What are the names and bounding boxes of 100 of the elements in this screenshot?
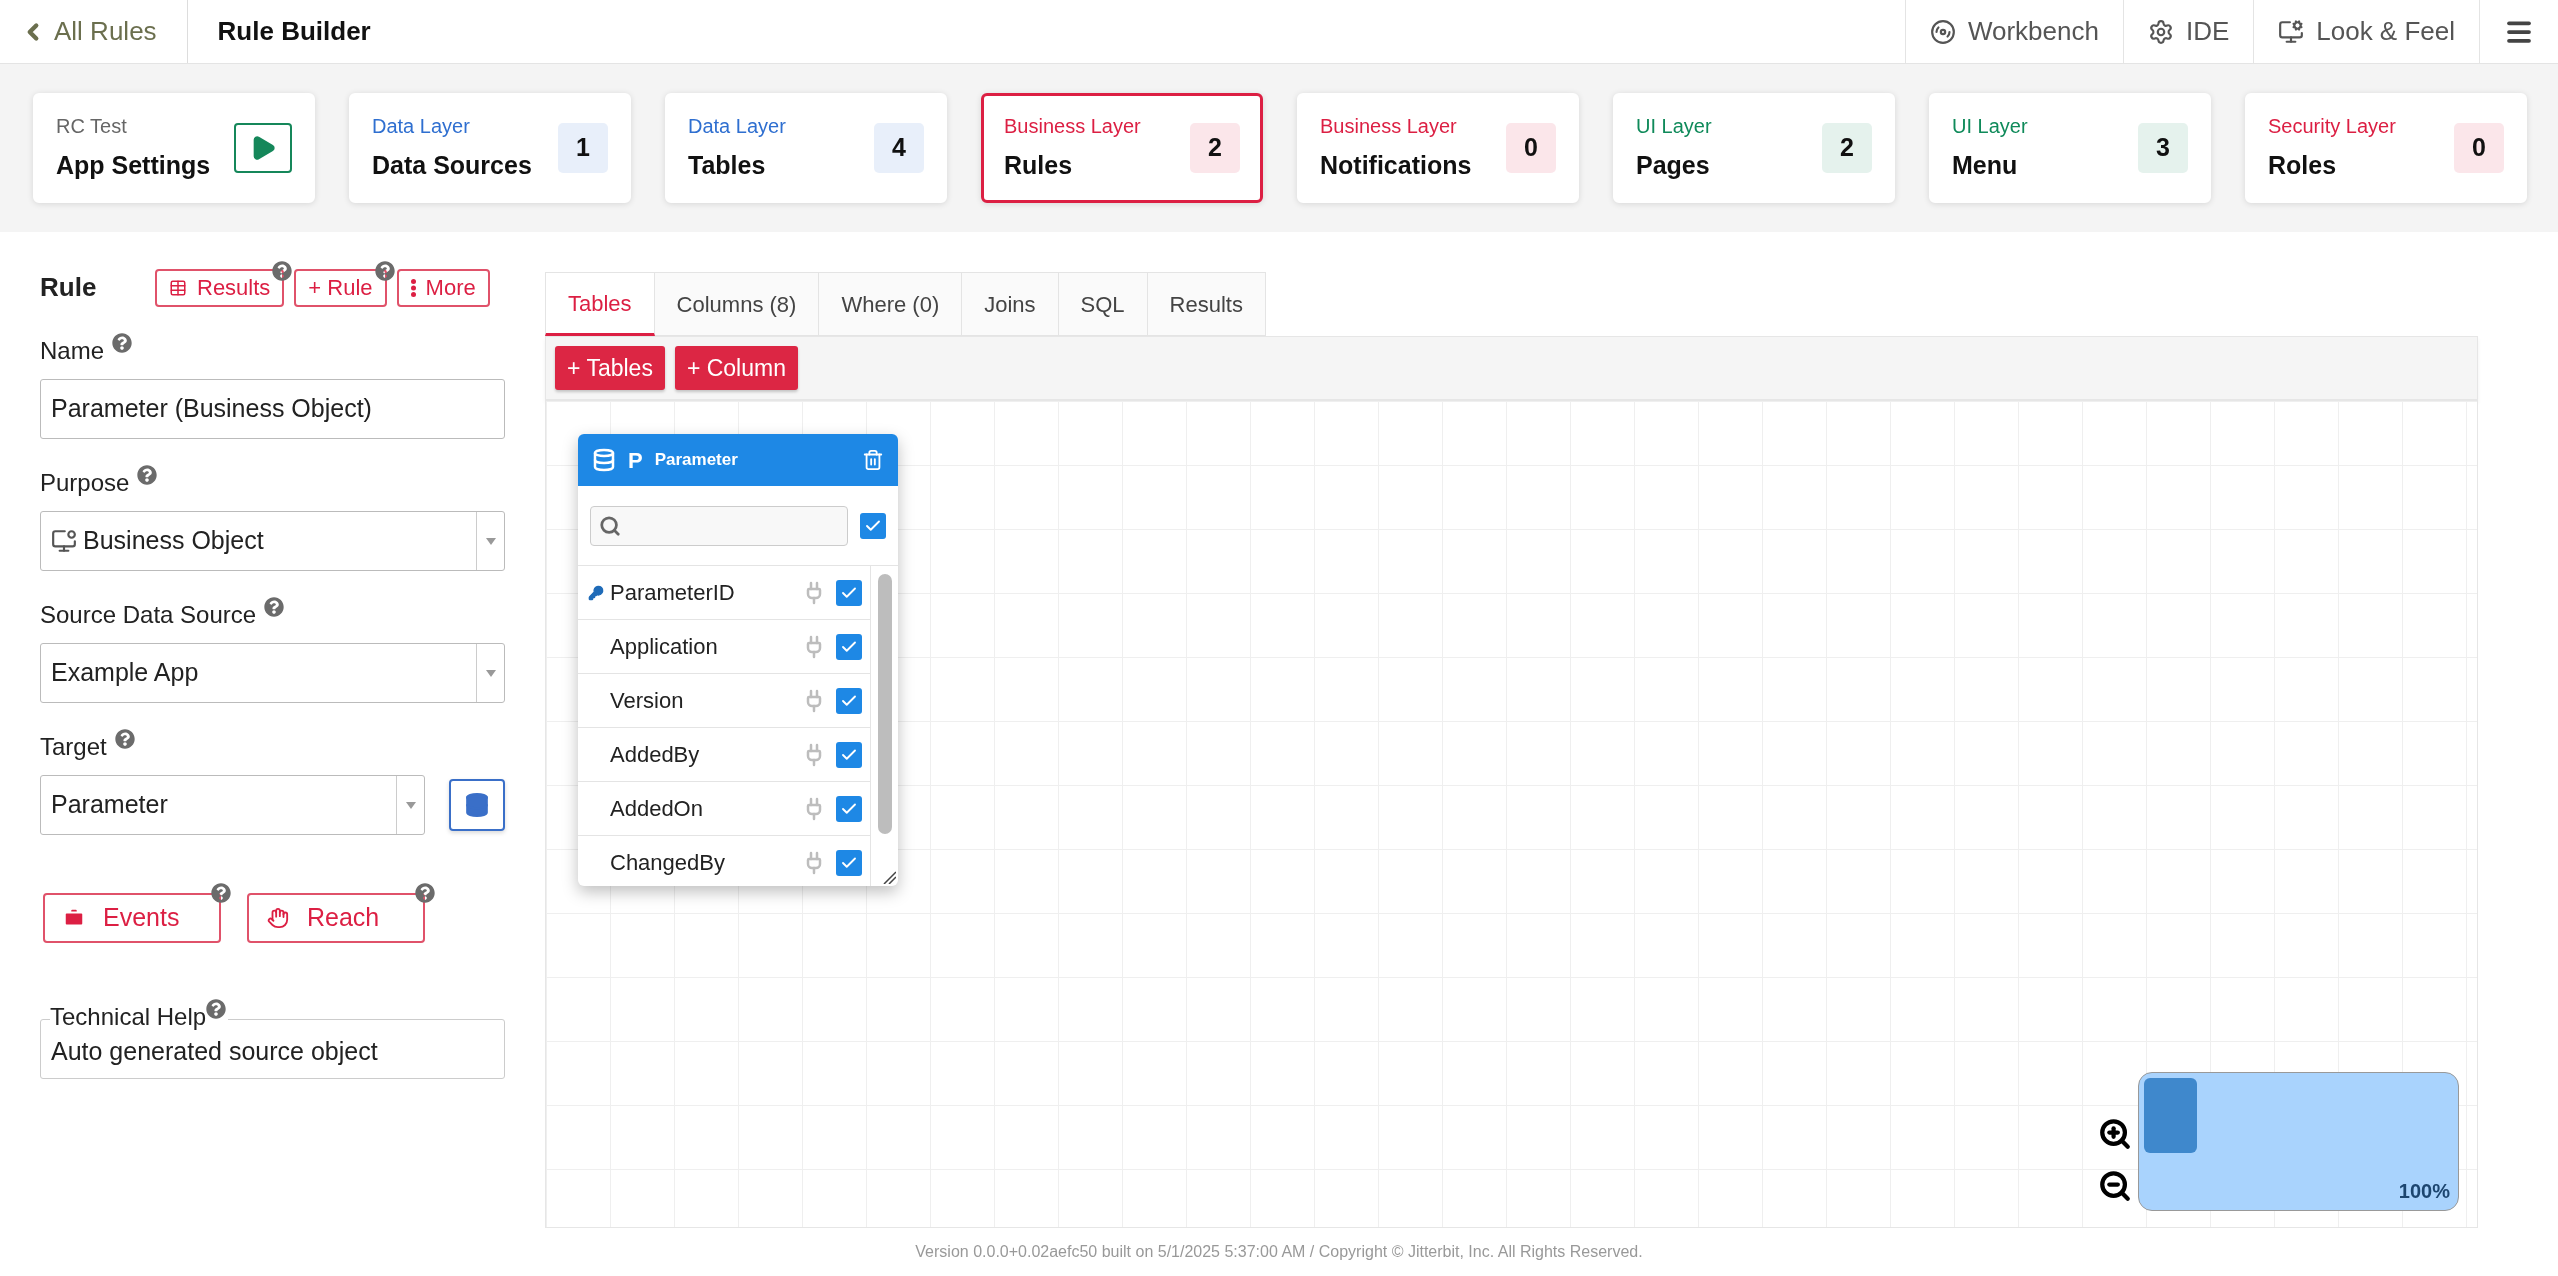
card-title: Roles: [2268, 150, 2338, 182]
zoom-out-icon[interactable]: [2098, 1169, 2132, 1203]
add-button[interactable]: + Tables: [555, 346, 665, 390]
layer-label: RC Test: [56, 114, 128, 140]
layer-card[interactable]: Business Layer Rules 2: [981, 93, 1263, 203]
tab[interactable]: Where (0): [819, 272, 963, 336]
card-title: Tables: [688, 150, 767, 182]
help-icon[interactable]: [137, 465, 158, 485]
tab[interactable]: SQL: [1058, 272, 1148, 336]
zoom-in-icon[interactable]: [2098, 1117, 2132, 1151]
layer-label: UI Layer: [1636, 114, 1712, 140]
count-badge: 0: [2454, 123, 2504, 173]
table-node[interactable]: P Parameter ParameterID Application Version AddedBy AddedOn ChangedBy: [578, 434, 898, 886]
column-row[interactable]: AddedOn: [578, 782, 870, 836]
layer-card[interactable]: Data Layer Tables 4: [665, 93, 947, 203]
database-button[interactable]: [449, 779, 505, 831]
layer-card[interactable]: UI Layer Pages 2: [1613, 93, 1895, 203]
help-icon[interactable]: [114, 729, 135, 749]
minimap[interactable]: 100%: [2138, 1072, 2459, 1211]
card-title: Notifications: [1320, 150, 1472, 182]
search-field[interactable]: [590, 505, 848, 546]
outline-button[interactable]: Results: [155, 268, 285, 307]
field-label: Source Data Source: [40, 600, 257, 630]
tab[interactable]: Tables: [545, 272, 655, 336]
checkbox[interactable]: [836, 741, 862, 768]
action-button[interactable]: Reach: [247, 893, 425, 943]
tab[interactable]: Results: [1147, 272, 1266, 336]
column-row[interactable]: Application: [578, 620, 870, 674]
column-name: Application: [610, 633, 719, 661]
nav-link[interactable]: Look & Feel: [2253, 0, 2479, 63]
dropdown-caret-icon: [485, 669, 496, 677]
tab[interactable]: Columns (8): [654, 272, 820, 336]
column-row[interactable]: ParameterID: [578, 566, 870, 620]
layer-card[interactable]: RC Test App Settings: [33, 93, 315, 203]
column-name: ParameterID: [610, 579, 736, 607]
table-name: Parameter: [654, 449, 739, 472]
count-badge: 1: [558, 123, 608, 173]
checkbox[interactable]: [836, 849, 862, 876]
more-icon: [410, 278, 416, 297]
field-label: Target: [40, 732, 107, 762]
layer-card[interactable]: Security Layer Roles 0: [2245, 93, 2527, 203]
page-title: Rule Builder: [216, 15, 371, 48]
layer-card[interactable]: UI Layer Menu 3: [1929, 93, 2211, 203]
dropdown-caret-icon: [405, 801, 416, 809]
card-title: App Settings: [56, 150, 211, 182]
scrollbar[interactable]: [877, 574, 892, 834]
monitor-icon: [2278, 18, 2305, 45]
help-icon[interactable]: [206, 999, 227, 1019]
layer-card[interactable]: Business Layer Notifications 0: [1297, 93, 1579, 203]
checkbox[interactable]: [836, 687, 862, 714]
column-name: Version: [610, 687, 685, 715]
checkbox[interactable]: [836, 795, 862, 822]
help-icon[interactable]: [112, 333, 133, 353]
help-icon[interactable]: [211, 883, 231, 903]
card-title: Menu: [1952, 150, 2019, 182]
layer-card[interactable]: Data Layer Data Sources 1: [349, 93, 631, 203]
column-row[interactable]: Version: [578, 674, 870, 728]
checkbox[interactable]: [860, 512, 886, 539]
text-field[interactable]: Parameter (Business Object): [40, 379, 505, 439]
help-icon[interactable]: [264, 597, 285, 617]
count-badge: 3: [2138, 123, 2188, 173]
resize-handle-icon[interactable]: [882, 870, 896, 884]
database-icon: [464, 792, 490, 818]
add-button[interactable]: + Column: [674, 346, 798, 390]
column-name: AddedBy: [610, 741, 701, 769]
select-field[interactable]: Business Object: [40, 511, 505, 571]
nav-link[interactable]: IDE: [2122, 0, 2254, 63]
tab[interactable]: Joins: [962, 272, 1059, 336]
database-icon: [592, 448, 616, 472]
card-title: Pages: [1636, 150, 1711, 182]
help-icon[interactable]: [374, 260, 395, 281]
checkbox[interactable]: [836, 633, 862, 660]
zoom-level: 100%: [2398, 1179, 2450, 1204]
select-field[interactable]: Parameter: [40, 775, 425, 835]
settings-icon: [2147, 18, 2174, 45]
section-title: Rule: [40, 271, 98, 304]
column-row[interactable]: AddedBy: [578, 728, 870, 782]
column-row[interactable]: ChangedBy: [578, 836, 870, 886]
dropdown-caret-icon: [485, 537, 496, 545]
disc-icon: [1929, 18, 1956, 45]
layer-label: Security Layer: [2268, 114, 2396, 140]
hand-icon: [267, 907, 289, 929]
layer-label: Data Layer: [372, 114, 471, 140]
column-name: ChangedBy: [610, 849, 726, 877]
nav-link[interactable]: Workbench: [1904, 0, 2123, 63]
column-name: AddedOn: [610, 795, 704, 823]
layer-label: Business Layer: [1320, 114, 1458, 140]
count-badge: 2: [1822, 123, 1872, 173]
help-icon[interactable]: [415, 883, 435, 903]
delete-icon[interactable]: [862, 449, 884, 471]
field-label: Purpose: [40, 468, 130, 498]
select-field[interactable]: Example App: [40, 643, 505, 703]
outline-button[interactable]: More: [396, 268, 490, 307]
play-button[interactable]: [234, 123, 292, 173]
action-button[interactable]: Events: [43, 893, 221, 943]
checkbox[interactable]: [836, 579, 862, 606]
count-badge: 2: [1190, 123, 1240, 173]
back-link[interactable]: All Rules: [0, 0, 188, 63]
help-icon[interactable]: [272, 260, 293, 281]
count-badge: 0: [1506, 123, 1556, 173]
